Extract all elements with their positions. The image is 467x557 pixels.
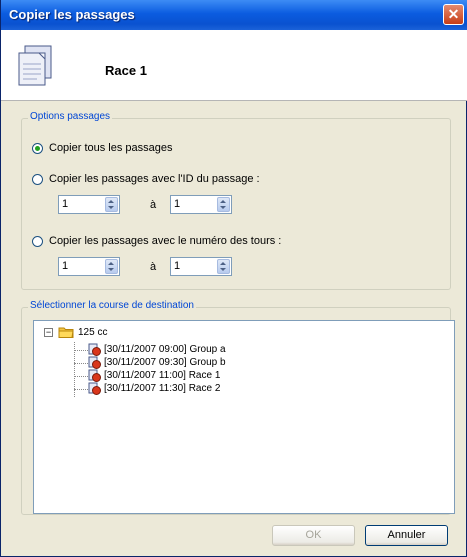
stepper-down-icon[interactable] xyxy=(220,206,226,209)
tree-race-label: [30/11/2007 09:30] Group b xyxy=(104,357,226,368)
document-copy-icon xyxy=(18,45,52,86)
radio-copy-by-id-label: Copier les passages avec l'ID du passage… xyxy=(49,173,260,185)
id-to-stepper-buttons[interactable] xyxy=(217,197,230,212)
destination-tree[interactable]: − 125 cc [30/11/2007 09:00] Group a [30/… xyxy=(33,320,455,514)
ok-button[interactable]: OK xyxy=(272,525,355,546)
close-icon: ✕ xyxy=(447,6,460,22)
stepper-down-icon[interactable] xyxy=(108,206,114,209)
tree-root-label: 125 cc xyxy=(78,326,108,338)
folder-icon xyxy=(58,327,74,338)
options-legend: Options passages xyxy=(28,111,113,122)
stepper-up-icon[interactable] xyxy=(108,200,114,203)
race-flag-icon xyxy=(88,382,101,395)
tree-race-item[interactable]: [30/11/2007 11:30] Race 2 xyxy=(88,382,220,395)
lap-to-spinner[interactable]: 1 xyxy=(170,257,232,276)
tree-race-label: [30/11/2007 11:00] Race 1 xyxy=(104,370,221,381)
id-from-value[interactable]: 1 xyxy=(62,198,68,210)
lap-to-value[interactable]: 1 xyxy=(174,260,180,272)
radio-copy-all[interactable]: Copier tous les passages xyxy=(32,142,173,154)
radio-copy-by-id-indicator[interactable] xyxy=(32,173,43,185)
tree-race-item[interactable]: [30/11/2007 11:00] Race 1 xyxy=(88,369,220,382)
lap-range-separator: à xyxy=(150,261,157,273)
copy-passages-dialog: Copier les passages ✕ Race 1 Options pas… xyxy=(0,0,467,557)
tree-connector xyxy=(74,389,88,390)
close-button[interactable]: ✕ xyxy=(443,4,464,25)
stepper-up-icon[interactable] xyxy=(220,262,226,265)
radio-copy-by-lap[interactable]: Copier les passages avec le numéro des t… xyxy=(32,235,281,247)
race-title: Race 1 xyxy=(105,63,147,78)
id-to-value[interactable]: 1 xyxy=(174,198,180,210)
cancel-button[interactable]: Annuler xyxy=(365,525,448,546)
lap-to-stepper-buttons[interactable] xyxy=(217,259,230,274)
id-from-spinner[interactable]: 1 xyxy=(58,195,120,214)
destination-legend: Sélectionner la course de destination xyxy=(28,300,196,311)
radio-copy-all-label: Copier tous les passages xyxy=(49,142,173,154)
tree-connector xyxy=(74,376,88,377)
stepper-up-icon[interactable] xyxy=(108,262,114,265)
lap-from-spinner[interactable]: 1 xyxy=(58,257,120,276)
window-title: Copier les passages xyxy=(9,7,135,22)
destination-group: Sélectionner la course de destination − … xyxy=(21,300,455,515)
title-bar[interactable]: Copier les passages ✕ xyxy=(1,0,467,30)
race-flag-icon xyxy=(88,369,101,382)
lap-from-stepper-buttons[interactable] xyxy=(105,259,118,274)
stepper-down-icon[interactable] xyxy=(108,268,114,271)
radio-copy-by-lap-indicator[interactable] xyxy=(32,235,43,247)
radio-copy-by-lap-label: Copier les passages avec le numéro des t… xyxy=(49,235,282,247)
tree-race-label: [30/11/2007 11:30] Race 2 xyxy=(104,383,221,394)
tree-connector xyxy=(74,350,88,351)
tree-race-item[interactable]: [30/11/2007 09:00] Group a xyxy=(88,343,226,356)
race-flag-icon xyxy=(88,343,101,356)
radio-copy-all-indicator[interactable] xyxy=(32,142,43,154)
radio-copy-by-id[interactable]: Copier les passages avec l'ID du passage… xyxy=(32,173,260,185)
options-group: Options passages Copier tous les passage… xyxy=(21,111,451,290)
tree-connector xyxy=(74,363,88,364)
id-from-stepper-buttons[interactable] xyxy=(105,197,118,212)
tree-race-item[interactable]: [30/11/2007 09:30] Group b xyxy=(88,356,226,369)
header-panel: Race 1 xyxy=(1,30,467,101)
stepper-down-icon[interactable] xyxy=(220,268,226,271)
stepper-up-icon[interactable] xyxy=(220,200,226,203)
race-flag-icon xyxy=(88,356,101,369)
lap-from-value[interactable]: 1 xyxy=(62,260,68,272)
tree-race-label: [30/11/2007 09:00] Group a xyxy=(104,344,226,355)
tree-collapse-toggle[interactable]: − xyxy=(44,328,53,337)
id-range-separator: à xyxy=(150,199,157,211)
tree-root-125cc[interactable]: 125 cc xyxy=(58,325,107,339)
id-to-spinner[interactable]: 1 xyxy=(170,195,232,214)
